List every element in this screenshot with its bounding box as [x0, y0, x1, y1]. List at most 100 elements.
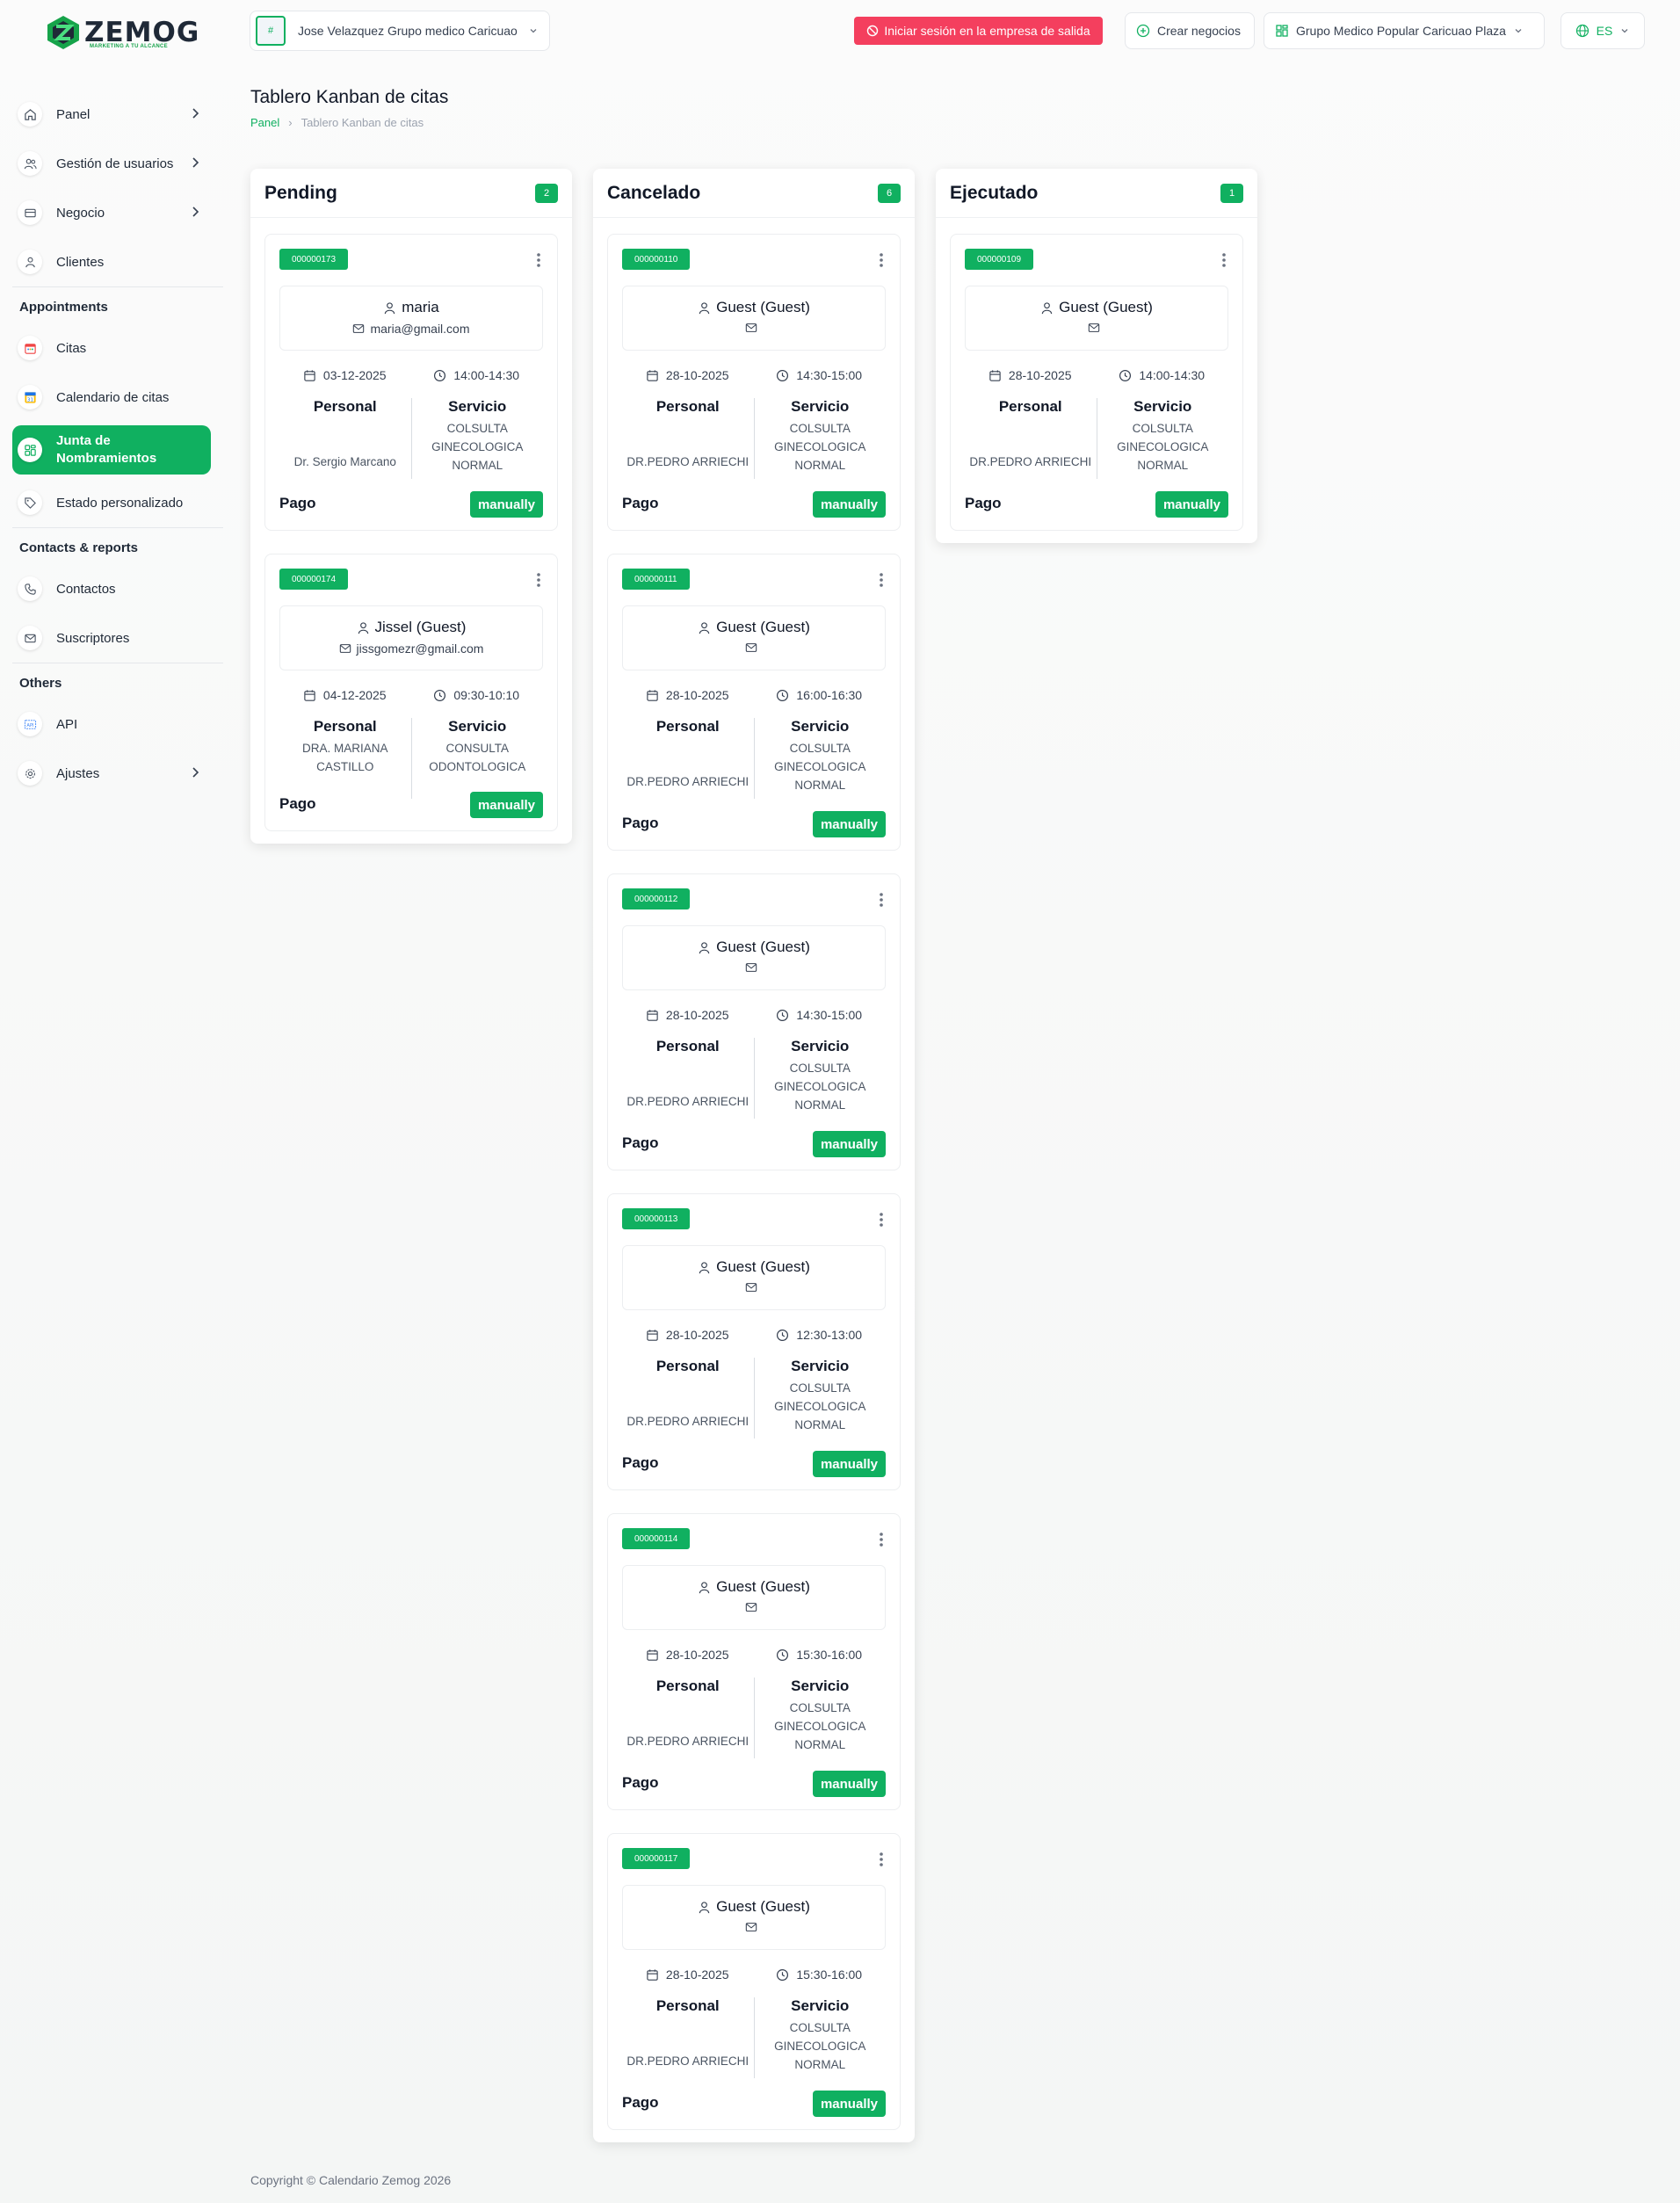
service-heading: Servicio — [791, 718, 850, 735]
staff-column: Personal DR.PEDRO ARRIECHI — [622, 1678, 754, 1758]
appointment-card[interactable]: 000000114 Guest (Guest) 28-10-2025 15:30… — [607, 1513, 901, 1810]
column-count-badge: 6 — [878, 183, 901, 203]
calendar-icon — [647, 689, 658, 701]
sidebar-item-subscribers[interactable]: Suscriptores — [12, 613, 223, 663]
clock-icon — [1119, 369, 1132, 381]
payment-method-badge: manually — [812, 1451, 886, 1477]
branch-selector[interactable]: Grupo Medico Popular Caricuao Plaza — [1264, 12, 1545, 49]
clock-icon — [777, 1649, 789, 1661]
appointment-card[interactable]: 000000112 Guest (Guest) 28-10-2025 14:30… — [607, 873, 901, 1170]
user-icon — [18, 250, 42, 274]
time-row: 12:30-13:00 — [776, 1328, 862, 1342]
payment-label: Pago — [622, 1134, 659, 1151]
payment-method-badge: manually — [469, 792, 543, 818]
section-contacts: Contacts & reports — [19, 540, 139, 555]
service-heading: Servicio — [791, 1678, 850, 1694]
payment-label: Pago — [622, 495, 659, 511]
sidebar-item-users[interactable]: Gestión de usuarios — [12, 139, 223, 188]
appointment-card[interactable]: 000000113 Guest (Guest) 28-10-2025 12:30… — [607, 1193, 901, 1490]
mail-icon — [745, 1603, 757, 1612]
calendar-icon — [647, 1329, 658, 1341]
staff-heading: Personal — [998, 398, 1062, 415]
sidebar-item-label: Suscriptores — [56, 630, 130, 646]
column-header: Pending 2 — [250, 169, 572, 218]
logout-company-button[interactable]: Iniciar sesión en la empresa de salida — [854, 17, 1103, 45]
more-options-icon[interactable] — [879, 1852, 884, 1867]
date-row: 04-12-2025 — [303, 688, 387, 702]
sidebar-item-custom-status[interactable]: Estado personalizado — [12, 478, 223, 527]
tag-icon — [18, 490, 42, 515]
sidebar-item-clients[interactable]: Clientes — [12, 237, 223, 286]
staff-name: DR.PEDRO ARRIECHI — [626, 1415, 749, 1428]
clock-icon — [777, 1329, 789, 1341]
appointment-card[interactable]: 000000117 Guest (Guest) 28-10-2025 15:30… — [607, 1833, 901, 2130]
appointment-card[interactable]: 000000109 Guest (Guest) 28-10-2025 14:00… — [950, 234, 1243, 531]
service-column: Servicio COLSULTA GINECOLOGICA NORMAL — [753, 1358, 887, 1438]
staff-service-split: Personal DR.PEDRO ARRIECHI Servicio COLS… — [965, 398, 1228, 479]
staff-name: Dr. Sergio Marcano — [293, 455, 396, 468]
appointment-card[interactable]: 000000173 maria maria@gmail.com 03-12-20… — [264, 234, 558, 531]
staff-heading: Personal — [313, 398, 377, 415]
appointment-card[interactable]: 000000110 Guest (Guest) 28-10-2025 14:30… — [607, 234, 901, 531]
sidebar-item-contacts[interactable]: Contactos — [12, 564, 223, 613]
sidebar-item-appointments[interactable]: Citas — [12, 323, 223, 373]
appointment-time: 15:30-16:00 — [796, 1967, 863, 1982]
calendar-color-icon — [18, 336, 42, 360]
more-options-icon[interactable] — [1221, 252, 1227, 268]
appointment-time: 14:30-15:00 — [796, 1008, 863, 1022]
sidebar-item-business[interactable]: Negocio — [12, 188, 223, 237]
client-box: Guest (Guest) — [622, 605, 886, 670]
kanban-column: Pending 2 000000173 maria maria@gmail.com… — [250, 169, 572, 844]
gear-icon — [18, 761, 42, 786]
sidebar-item-panel[interactable]: Panel — [12, 90, 223, 139]
more-options-icon[interactable] — [879, 1532, 884, 1547]
appointment-date: 28-10-2025 — [665, 1328, 729, 1342]
client-name: Guest (Guest) — [716, 619, 810, 635]
column-title: Cancelado — [607, 182, 701, 203]
clock-icon — [434, 369, 446, 381]
sidebar-item-calendar[interactable]: 31 Calendario de citas — [12, 373, 223, 422]
staff-column: Personal DRA. MARIANA CASTILLO — [279, 718, 411, 799]
client-name-row: Guest (Guest) — [623, 1898, 885, 1916]
appointment-time: 16:00-16:30 — [796, 688, 863, 702]
calendar-icon — [647, 369, 658, 381]
service-column: Servicio COLSULTA GINECOLOGICA NORMAL — [753, 1038, 887, 1119]
service-column: Servicio COLSULTA GINECOLOGICA NORMAL — [410, 398, 544, 479]
column-header: Ejecutado 1 — [936, 169, 1257, 218]
service-heading: Servicio — [791, 1997, 850, 2014]
create-business-button[interactable]: Crear negocios — [1125, 12, 1255, 49]
appointment-date: 04-12-2025 — [322, 688, 387, 702]
client-email-row: jissgomezr@gmail.com — [280, 641, 542, 656]
more-options-icon[interactable] — [879, 572, 884, 588]
appointment-meta: 03-12-2025 14:00-14:30 — [279, 368, 543, 382]
more-options-icon[interactable] — [879, 892, 884, 908]
date-row: 28-10-2025 — [988, 368, 1072, 382]
sidebar-item-kanban[interactable]: Junta de Nombramientos — [12, 425, 211, 475]
appointment-card[interactable]: 000000174 Jissel (Guest) jissgomezr@gmai… — [264, 554, 558, 831]
sidebar-item-api[interactable]: API API — [12, 699, 223, 749]
mail-icon — [745, 963, 757, 972]
language-selector[interactable]: ES — [1561, 12, 1645, 49]
service-column: Servicio CONSULTA ODONTOLOGICA — [410, 718, 544, 799]
column-count-badge: 1 — [1220, 183, 1243, 203]
more-options-icon[interactable] — [879, 1212, 884, 1228]
mail-icon — [745, 643, 757, 652]
sidebar-item-settings[interactable]: Ajustes — [12, 749, 223, 798]
more-options-icon[interactable] — [536, 572, 541, 588]
clock-icon — [777, 1968, 789, 1981]
business-selector[interactable]: # Jose Velazquez Grupo medico Caricuao — [250, 11, 550, 51]
staff-name: DR.PEDRO ARRIECHI — [626, 775, 749, 788]
client-box: maria maria@gmail.com — [279, 286, 543, 351]
breadcrumb-home-link[interactable]: Panel — [250, 116, 279, 129]
calendar-icon — [989, 369, 1001, 381]
column-header: Cancelado 6 — [593, 169, 915, 218]
appointment-date: 28-10-2025 — [665, 1008, 729, 1022]
calendar-icon — [647, 1968, 658, 1981]
mail-icon — [353, 324, 365, 333]
more-options-icon[interactable] — [536, 252, 541, 268]
appointment-card[interactable]: 000000111 Guest (Guest) 28-10-2025 16:00… — [607, 554, 901, 851]
more-options-icon[interactable] — [879, 252, 884, 268]
appointment-date: 28-10-2025 — [665, 688, 729, 702]
mail-icon — [339, 644, 351, 653]
appointment-code-badge: 000000174 — [279, 569, 349, 590]
